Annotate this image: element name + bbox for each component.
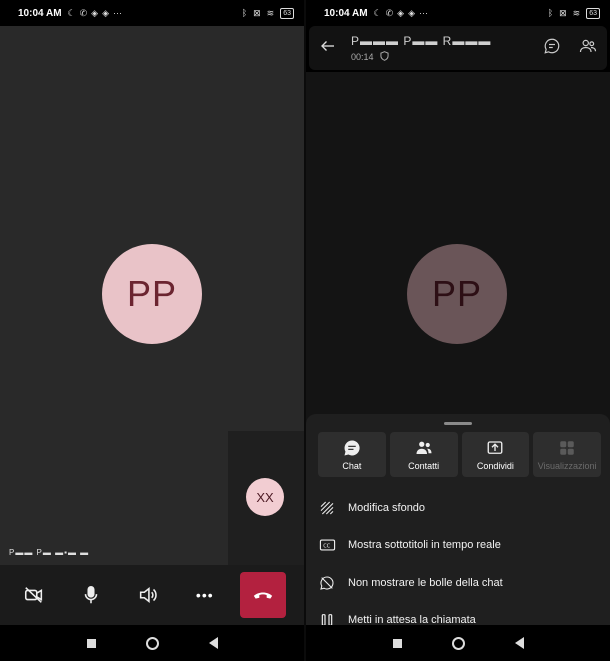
camera-toggle-button[interactable] [12, 573, 56, 617]
call-controls: ••• [0, 565, 304, 625]
dropbox-icon: ◈ [102, 7, 110, 18]
share-upload-icon [487, 440, 503, 454]
more-options-sheet: Chat Contatti Condividi Visualizzazioni … [306, 414, 610, 626]
battery-icon: 63 [280, 7, 294, 19]
caller-name-label: P▬▬ P▬ ▬▪▬ ▬ [9, 548, 90, 557]
more-options-button[interactable]: ••• [183, 573, 227, 617]
menu-item-live-captions[interactable]: CC Mostra sottotitoli in tempo reale [318, 527, 602, 565]
status-time: 10:04 AM [324, 7, 368, 19]
remote-avatar: PP [102, 244, 202, 344]
svg-text:CC: CC [323, 544, 330, 550]
caller-name: P▬▬▬ P▬▬ R▬▬▬ [351, 33, 492, 48]
phone-call-icon: ✆ [79, 7, 88, 18]
bluetooth-icon: ᛒ [241, 8, 248, 18]
speaker-icon [139, 586, 157, 604]
phone-hangup-icon [253, 592, 272, 599]
dropbox-icon: ◈ [408, 7, 416, 18]
quick-action-tiles: Chat Contatti Condividi Visualizzazioni [318, 432, 601, 477]
contacts-tile-button[interactable]: Contatti [389, 432, 458, 477]
moon-icon: ☾ [373, 7, 382, 18]
background-effects-icon [318, 499, 336, 517]
menu-item-change-background[interactable]: Modifica sfondo [318, 489, 602, 527]
android-nav-bar [306, 625, 610, 661]
remote-avatar: PP [407, 244, 507, 344]
hang-up-button[interactable] [239, 572, 286, 618]
speaker-button[interactable] [126, 573, 170, 617]
call-screen-right: 10:04 AM ☾ ✆ ◈ ◈ ··· ᛒ ⊠ ≋ 63 PP P▬▬▬ P▬… [306, 0, 610, 661]
mic-toggle-button[interactable] [69, 573, 113, 617]
status-time: 10:04 AM [18, 7, 62, 19]
chat-bubble-icon [344, 439, 360, 455]
chat-off-icon [318, 574, 336, 592]
phone-call-icon: ✆ [385, 7, 394, 18]
battery-icon: 63 [586, 7, 600, 19]
self-view-tile[interactable]: XX [228, 431, 304, 565]
back-nav-icon[interactable] [514, 637, 524, 649]
menu-item-hide-chat-bubbles[interactable]: Non mostrare le bolle della chat [318, 564, 602, 602]
grid-view-icon [560, 440, 574, 455]
share-tile-button[interactable]: Condividi [461, 432, 530, 477]
back-arrow-icon[interactable] [319, 37, 337, 60]
home-nav-icon[interactable] [145, 636, 159, 650]
android-nav-bar [0, 625, 304, 661]
back-nav-icon[interactable] [208, 637, 218, 649]
more-horizontal-icon: ••• [195, 587, 214, 603]
bluetooth-icon: ᛒ [547, 8, 554, 18]
moon-icon: ☾ [67, 7, 76, 18]
home-nav-icon[interactable] [451, 636, 465, 650]
views-tile-button[interactable]: Visualizzazioni [533, 432, 601, 477]
dropbox-icon: ◈ [91, 7, 99, 18]
closed-captions-icon: CC [318, 536, 336, 554]
sheet-drag-handle[interactable] [444, 422, 472, 425]
recents-nav-icon[interactable] [86, 638, 96, 648]
chat-icon[interactable] [543, 37, 561, 60]
call-header: P▬▬▬ P▬▬ R▬▬▬ 00:14 [309, 26, 607, 70]
recents-nav-icon[interactable] [392, 638, 402, 648]
self-avatar: XX [246, 478, 284, 516]
signal-off-icon: ⊠ [253, 7, 261, 18]
more-notifications: ··· [419, 8, 429, 18]
participants-icon[interactable] [579, 37, 597, 60]
wifi-icon: ≋ [572, 7, 581, 18]
call-duration: 00:14 [351, 51, 374, 62]
chat-tile-button[interactable]: Chat [318, 432, 386, 477]
options-menu: Modifica sfondo CC Mostra sottotitoli in… [318, 489, 602, 639]
people-icon [416, 441, 432, 454]
dropbox-icon: ◈ [397, 7, 405, 18]
microphone-icon [84, 585, 98, 604]
video-off-icon [25, 587, 43, 603]
signal-off-icon: ⊠ [559, 7, 567, 18]
status-bar: 10:04 AM ☾ ✆ ◈ ◈ ··· ᛒ ⊠ ≋ 63 [0, 0, 304, 26]
wifi-icon: ≋ [266, 7, 275, 18]
status-bar: 10:04 AM ☾ ✆ ◈ ◈ ··· ᛒ ⊠ ≋ 63 [306, 0, 610, 26]
video-stage: PP P▬▬ P▬ ▬▪▬ ▬ XX [0, 26, 304, 565]
call-screen-left: 10:04 AM ☾ ✆ ◈ ◈ ··· ᛒ ⊠ ≋ 63 PP P▬▬ P▬ … [0, 0, 304, 661]
more-notifications: ··· [113, 8, 123, 18]
shield-icon [379, 50, 389, 63]
